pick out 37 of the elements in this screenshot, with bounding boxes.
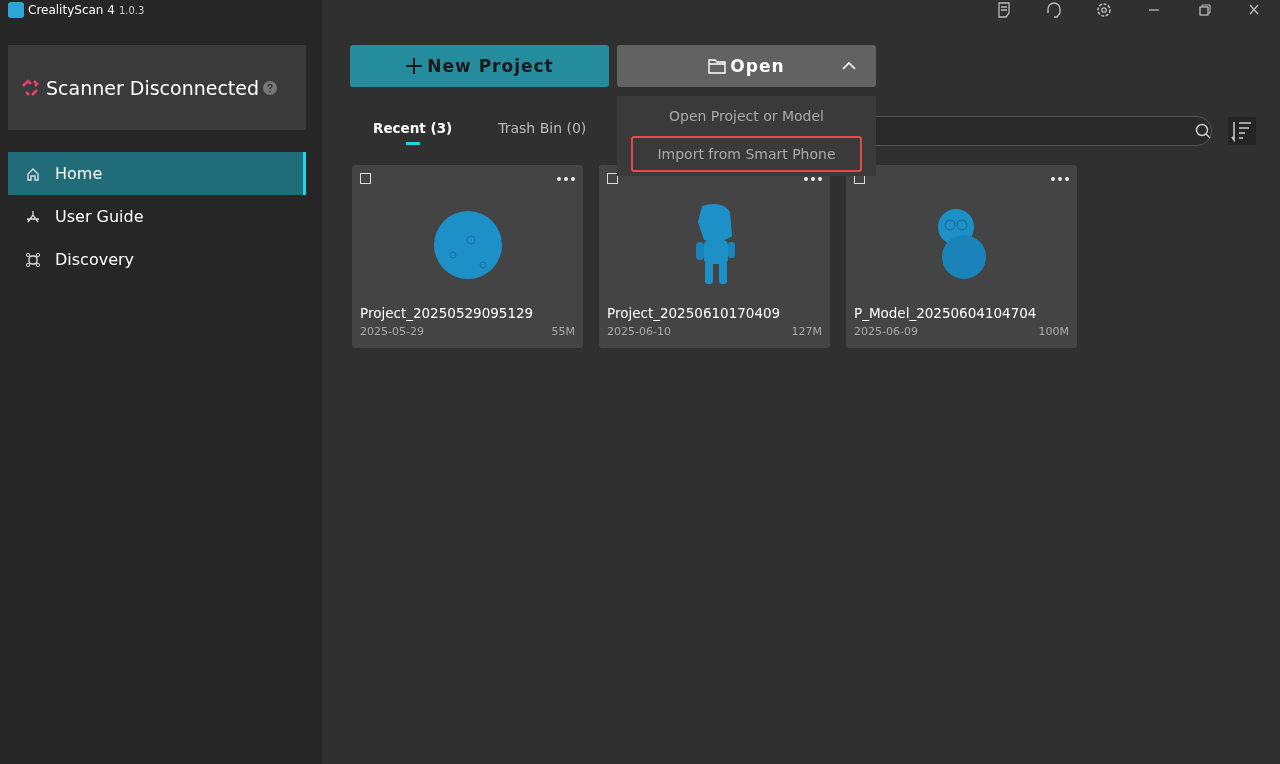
checkbox[interactable] [360,173,371,184]
help-icon[interactable] [263,80,278,95]
project-size: 127M [791,325,822,338]
project-card[interactable]: P_Model_20250604104704 2025-06-09 100M [846,165,1077,348]
nav-item[interactable]: Home [8,152,306,195]
guide-icon [25,208,41,225]
app-version: 1.0.3 [118,4,145,16]
new-project-button[interactable]: New Project [350,45,609,87]
menu-item[interactable]: Import from Smart Phone [631,136,862,172]
project-date: 2025-06-10 [607,325,671,338]
nav-item[interactable]: Discovery [8,238,306,281]
more-icon[interactable] [804,176,822,181]
open-button[interactable]: Open [617,45,876,87]
discovery-icon [25,251,41,268]
project-date: 2025-05-29 [360,325,424,338]
sphere-model-drawing [432,209,503,280]
project-size: 100M [1038,325,1069,338]
app-logo-icon [8,2,24,18]
project-name: Project_20250529095129 [360,305,535,321]
more-icon[interactable] [1051,176,1069,181]
nav-item[interactable]: User Guide [8,195,306,238]
folder-icon [708,58,727,74]
project-name: P_Model_20250604104704 [854,305,1038,321]
tab[interactable]: Trash Bin (0) [475,115,610,147]
menu-item[interactable]: Open Project or Model [631,98,862,134]
search-icon [1195,123,1211,139]
project-name: Project_20250610170409 [607,305,782,321]
app-name: CrealityScan 4 [28,3,115,17]
project-date: 2025-06-09 [854,325,918,338]
scanner-status: Scanner Disconnected [46,76,260,99]
plus-icon [405,57,424,75]
more-icon[interactable] [557,176,575,181]
project-card[interactable]: Project_20250529095129 2025-05-29 55M [352,165,583,348]
sort-icon [1231,120,1253,142]
project-card[interactable]: Project_20250610170409 2025-06-10 127M [599,165,830,348]
project-size: 55M [551,325,575,338]
sort-button[interactable] [1228,117,1256,145]
